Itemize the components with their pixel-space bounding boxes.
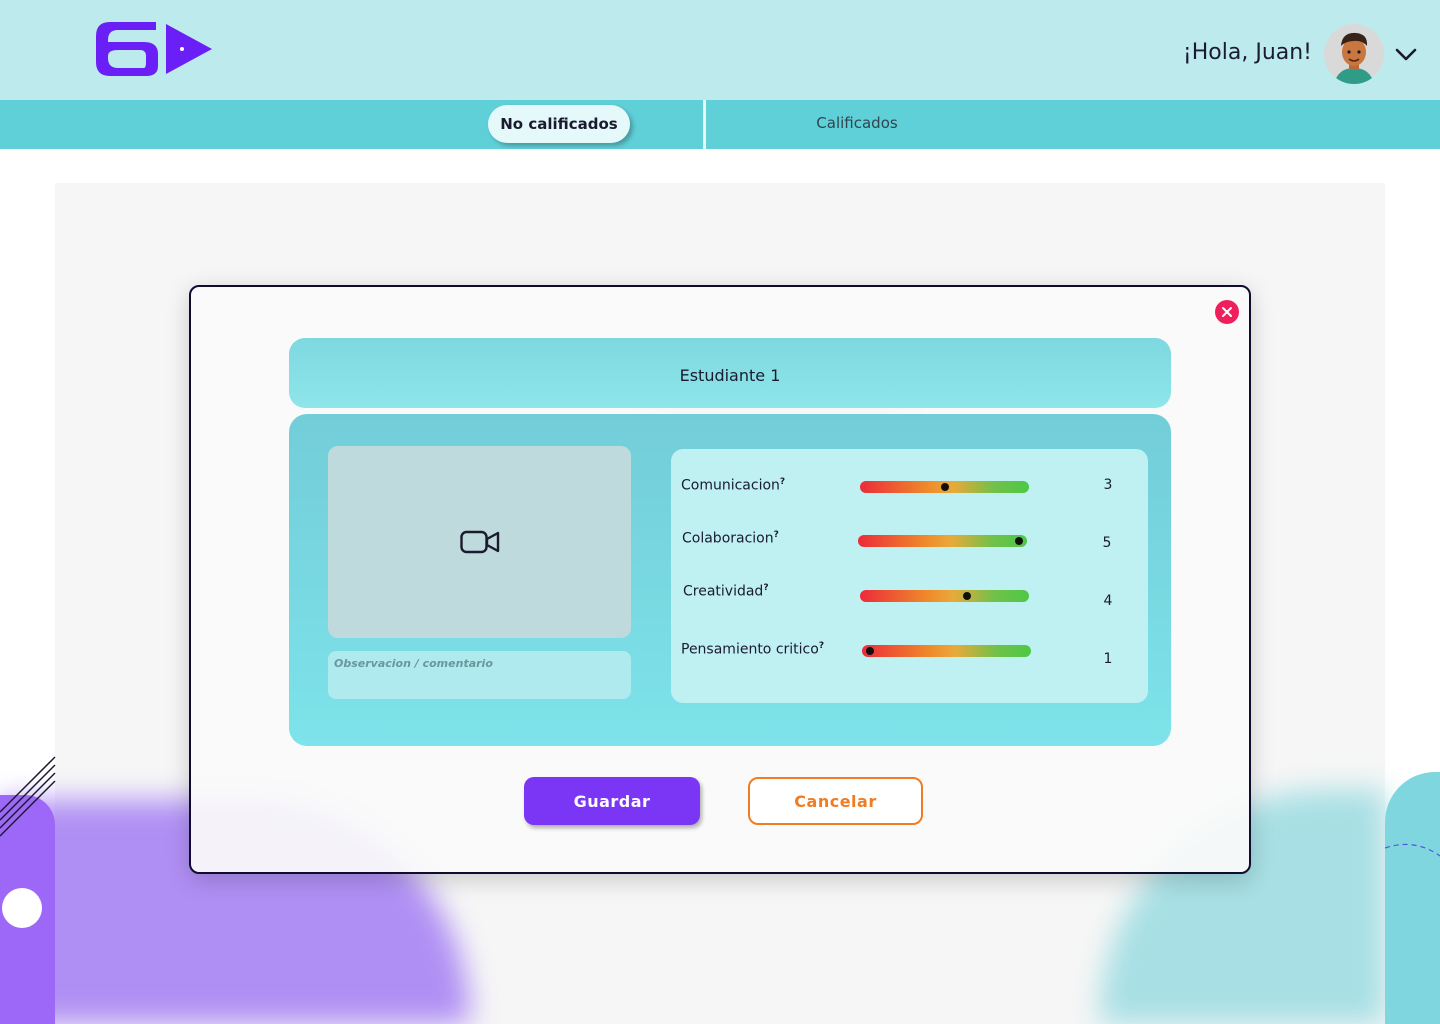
help-icon[interactable]: ? — [819, 641, 824, 651]
video-camera-icon — [459, 530, 499, 554]
skill-value-colaboracion: 5 — [1102, 535, 1112, 551]
comment-field[interactable] — [328, 651, 631, 699]
skill-value-pensamiento-critico: 1 — [1103, 651, 1113, 667]
help-icon[interactable]: ? — [774, 530, 779, 540]
decorative-teal-strip — [1385, 772, 1440, 1024]
decorative-lines — [0, 756, 56, 837]
skill-slider-pensamiento-critico[interactable] — [862, 645, 1031, 657]
video-placeholder[interactable] — [328, 446, 631, 638]
close-button[interactable] — [1215, 300, 1239, 324]
greeting-text: ¡Hola, Juan! — [1182, 40, 1312, 65]
user-avatar[interactable] — [1324, 24, 1384, 84]
slider-thumb[interactable] — [963, 592, 972, 600]
slider-thumb[interactable] — [940, 483, 949, 491]
grading-modal: Estudiante 1 Comunicacion? 3 Colaboracio… — [189, 285, 1251, 874]
skills-rating-box: Comunicacion? 3 Colaboracion? 5 Creativi… — [671, 449, 1148, 703]
skill-label-creatividad: Creatividad? — [683, 583, 769, 600]
skill-label-colaboracion: Colaboracion? — [682, 530, 779, 547]
decorative-dot — [2, 888, 42, 928]
close-icon — [1222, 307, 1232, 317]
top-header: ¡Hola, Juan! — [0, 0, 1440, 100]
save-button[interactable]: Guardar — [524, 777, 700, 825]
ed-play-logo[interactable] — [96, 22, 214, 76]
chevron-down-icon[interactable] — [1394, 42, 1418, 66]
help-icon[interactable]: ? — [780, 477, 785, 487]
decorative-dashed-arc — [1385, 843, 1440, 857]
skill-value-comunicacion: 3 — [1103, 477, 1113, 493]
skill-value-creatividad: 4 — [1103, 593, 1113, 609]
skill-label-comunicacion: Comunicacion? — [681, 477, 786, 494]
skill-slider-creatividad[interactable] — [860, 590, 1029, 602]
tab-bar: No calificados Calificados — [0, 100, 1440, 149]
skill-label-pensamiento-critico: Pensamiento critico? — [681, 641, 825, 658]
slider-thumb[interactable] — [866, 647, 874, 655]
evaluation-panel: Comunicacion? 3 Colaboracion? 5 Creativi… — [289, 414, 1171, 746]
skill-slider-colaboracion[interactable] — [858, 535, 1027, 547]
avatar-icon — [1324, 24, 1384, 84]
skill-slider-comunicacion[interactable] — [860, 481, 1029, 493]
slider-thumb[interactable] — [1015, 537, 1023, 545]
tab-calificados[interactable]: Calificados — [790, 114, 924, 136]
cancel-button[interactable]: Cancelar — [748, 777, 923, 825]
help-icon[interactable]: ? — [763, 583, 768, 593]
student-name: Estudiante 1 — [289, 338, 1171, 408]
tab-no-calificados[interactable]: No calificados — [488, 105, 630, 143]
tab-divider — [703, 100, 706, 149]
